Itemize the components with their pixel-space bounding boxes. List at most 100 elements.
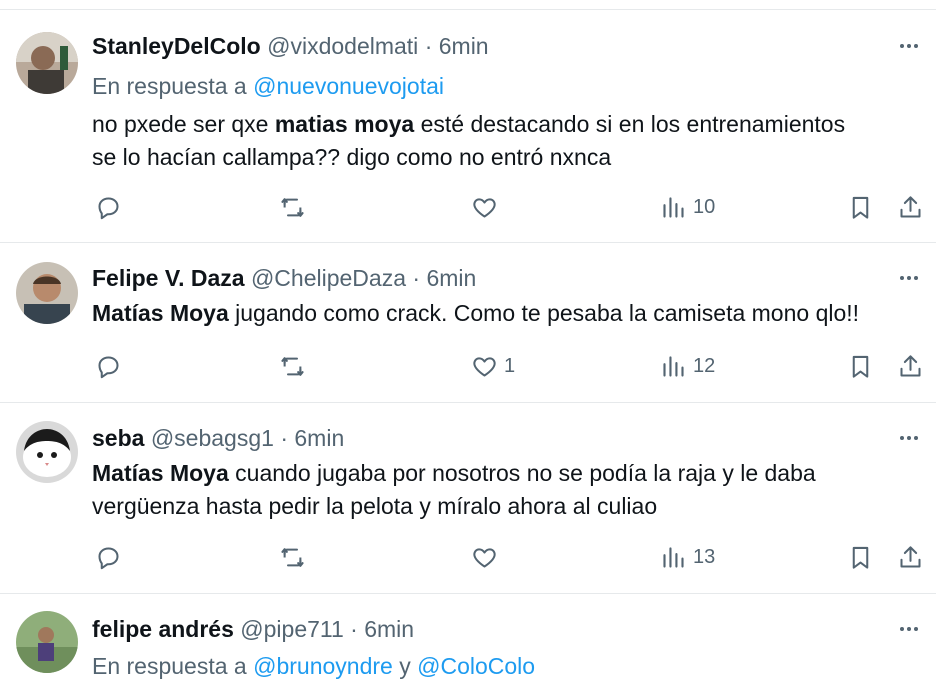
views-count: 13 [693,545,716,568]
bookmark-icon [852,196,869,219]
reply-prefix: En respuesta a [92,653,247,679]
more-icon [900,436,918,440]
user-handle[interactable]: @vixdodelmati [267,33,418,59]
timestamp[interactable]: 6min [364,616,414,642]
reply-context: En respuesta a @nuevonuevojotai [92,72,444,100]
bookmark-icon [852,355,869,378]
tweet-text-segment: esté destacando si en los entrenamientos [414,111,846,137]
tweet-text: no pxede ser qxe matias moya esté destac… [92,108,912,174]
tweet-text-line: vergüenza hasta pedir la pelota y míralo… [92,493,658,519]
separator-dot: · [350,616,358,642]
display-name[interactable]: felipe andrés [92,616,234,642]
views-count: 12 [693,354,716,377]
reply-mention-link[interactable]: @ColoColo [417,653,535,679]
action-bar: 1 12 [0,351,936,381]
retweet-icon [281,197,304,217]
reply-button[interactable] [95,192,122,222]
tweet-header: StanleyDelColo @vixdodelmati · 6min [92,32,489,60]
tweet-text: Matías Moya jugando como crack. Como te … [92,297,912,330]
reply-conjunction: y [399,653,411,679]
tweet-text-line: Matías Moya cuando jugaba por nosotros n… [92,457,912,490]
views-button[interactable]: 12 [660,351,715,381]
more-button[interactable] [896,265,922,291]
views-count: 10 [693,195,716,218]
retweet-icon [281,356,304,376]
tweet[interactable]: felipe andrés @pipe711 · 6min En respues… [0,594,936,679]
retweet-button[interactable] [279,192,306,222]
views-button[interactable]: 13 [660,542,715,572]
display-name[interactable]: StanleyDelColo [92,33,261,59]
reply-context: En respuesta a @brunoyndre y @ColoColo [92,652,535,680]
tweet-header: Felipe V. Daza @ChelipeDaza · 6min [92,264,476,292]
tweet-text-segment: cuando jugaba por nosotros no se podía l… [228,460,816,486]
share-button[interactable] [897,542,924,572]
tweet-text: Matías Moya cuando jugaba por nosotros n… [92,457,912,523]
tweet[interactable]: StanleyDelColo @vixdodelmati · 6min En r… [0,10,936,243]
tweet-text-bold: Matías Moya [92,300,229,326]
separator-dot: · [412,265,421,291]
avatar[interactable] [16,611,78,673]
retweet-icon [281,547,304,567]
tweet-text-line: no pxede ser qxe matias moya esté destac… [92,108,912,141]
more-icon [900,44,918,48]
tweet[interactable]: seba @sebagsg1 · 6min Matías Moya cuando… [0,403,936,594]
bookmark-icon [852,546,869,569]
like-button[interactable] [471,192,504,222]
tweet-header: felipe andrés @pipe711 · 6min [92,615,414,643]
heart-icon [473,197,496,218]
like-count: 1 [504,354,516,377]
more-button[interactable] [896,33,922,59]
like-button[interactable] [471,542,504,572]
reply-icon [98,546,119,569]
bookmark-button[interactable] [847,192,874,222]
user-handle[interactable]: @pipe711 [240,616,344,642]
avatar[interactable] [16,421,78,483]
heart-icon [473,356,496,377]
separator-dot: · [424,33,433,59]
reply-button[interactable] [95,351,122,381]
views-icon [663,196,684,218]
display-name[interactable]: seba [92,425,144,451]
display-name[interactable]: Felipe V. Daza [92,265,245,291]
tweet-text-segment: jugando como crack. Como te pesaba la ca… [228,300,860,326]
avatar[interactable] [16,32,78,94]
timestamp[interactable]: 6min [426,265,476,291]
like-button[interactable]: 1 [471,351,515,381]
separator-dot: · [280,425,288,451]
retweet-button[interactable] [279,542,306,572]
views-button[interactable]: 10 [660,192,715,222]
action-bar: 13 [0,542,936,572]
tweet-text-line: Matías Moya jugando como crack. Como te … [92,297,912,330]
reply-icon [98,355,119,378]
share-icon [900,545,921,568]
more-button[interactable] [896,425,922,451]
timestamp[interactable]: 6min [439,33,489,59]
user-handle[interactable]: @ChelipeDaza [251,265,406,291]
share-button[interactable] [897,192,924,222]
tweet-text-line: se lo hacían callampa?? digo como no ent… [92,144,612,170]
more-icon [900,276,918,280]
reply-button[interactable] [95,542,122,572]
views-icon [663,546,684,568]
more-icon [900,627,918,631]
tweet[interactable]: Felipe V. Daza @ChelipeDaza · 6min Matía… [0,243,936,403]
action-bar: 10 [0,192,936,222]
share-icon [900,354,921,377]
tweet-header: seba @sebagsg1 · 6min [92,424,344,452]
timestamp[interactable]: 6min [294,425,344,451]
tweet-text-bold: matias moya [274,111,415,137]
bookmark-button[interactable] [847,542,874,572]
share-icon [900,195,921,218]
tweet-text-segment: no pxede ser qxe [92,111,275,137]
share-button[interactable] [897,351,924,381]
avatar[interactable] [16,262,78,324]
tweet-text-bold: Matías Moya [92,460,229,486]
reply-mention-link[interactable]: @brunoyndre [253,653,393,679]
reply-prefix: En respuesta a [92,73,247,99]
more-button[interactable] [896,616,922,642]
bookmark-button[interactable] [847,351,874,381]
reply-icon [98,196,119,219]
retweet-button[interactable] [279,351,306,381]
reply-mention-link[interactable]: @nuevonuevojotai [253,73,444,99]
user-handle[interactable]: @sebagsg1 [151,425,274,451]
